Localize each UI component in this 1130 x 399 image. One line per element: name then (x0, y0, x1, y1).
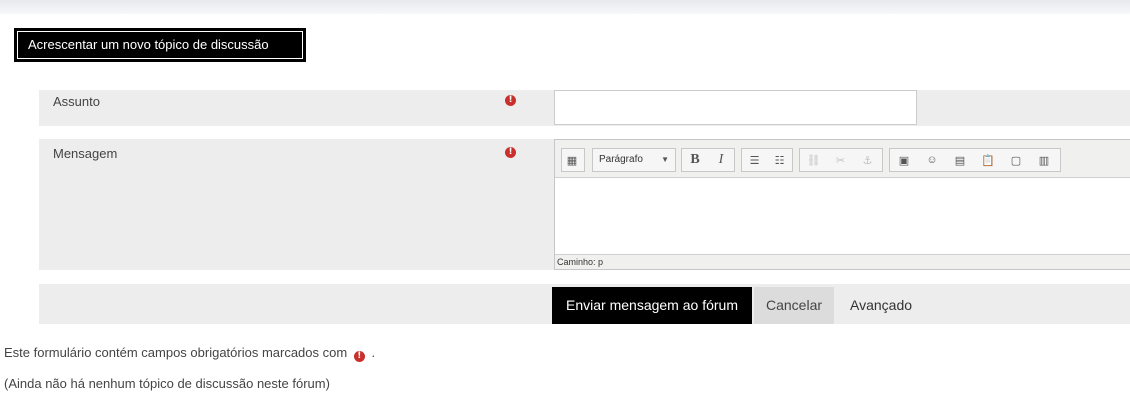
paste-icon[interactable]: 📋 (974, 149, 1002, 171)
paragraph-format-value: Parágrafo (599, 154, 643, 165)
numbered-list-icon[interactable]: ☷ (767, 149, 792, 171)
message-editor: ▦ Parágrafo ▼ B I ☰ ☷ ⛓ ✂ ⚓ ▣ ☺ ▤ 📋 ▢ ▥ … (554, 139, 1130, 270)
subject-input[interactable] (554, 90, 917, 125)
submit-post-button[interactable]: Enviar mensagem ao fórum (552, 287, 752, 324)
unlink-icon[interactable]: ✂ (827, 149, 854, 171)
required-icon: ! (353, 351, 365, 362)
paragraph-format-select[interactable]: Parágrafo ▼ (592, 148, 676, 172)
editor-toolbar: ▦ Parágrafo ▼ B I ☰ ☷ ⛓ ✂ ⚓ ▣ ☺ ▤ 📋 ▢ ▥ (555, 140, 1130, 178)
required-icon: ! (505, 95, 516, 106)
required-fields-note: Este formulário contém campos obrigatóri… (4, 345, 375, 362)
add-new-topic-button[interactable]: Acrescentar um novo tópico de discussão (14, 28, 306, 62)
toolbar-group-style: B I (681, 148, 735, 172)
cancel-button[interactable]: Cancelar (754, 287, 834, 324)
toolbar-group-lists: ☰ ☷ (741, 148, 793, 172)
toggle-toolbar-icon[interactable]: ▦ (562, 149, 582, 171)
editor-path-bar: Caminho: p (555, 254, 1130, 269)
required-note-suffix: . (371, 345, 376, 360)
message-textarea[interactable] (555, 178, 1130, 254)
bullet-list-icon[interactable]: ☰ (742, 149, 767, 171)
message-label: Mensagem (53, 146, 118, 161)
chevron-down-icon: ▼ (661, 155, 669, 164)
media-icon[interactable]: ▤ (946, 149, 974, 171)
subject-label: Assunto (53, 94, 100, 109)
link-icon[interactable]: ⛓ (800, 149, 827, 171)
image-icon[interactable]: ▣ (890, 149, 918, 171)
top-shade (0, 0, 1130, 14)
required-note-text: Este formulário contém campos obrigatóri… (4, 345, 348, 360)
file-icon[interactable]: ▢ (1002, 149, 1030, 171)
advanced-link[interactable]: Avançado (850, 287, 912, 324)
emoticon-icon[interactable]: ☺ (918, 149, 946, 171)
toolbar-group-insert: ▣ ☺ ▤ 📋 ▢ ▥ (889, 148, 1061, 172)
required-icon: ! (505, 147, 516, 158)
toolbar-group-links: ⛓ ✂ ⚓ (799, 148, 883, 172)
toolbar-group-toggle: ▦ (561, 148, 585, 172)
editor-path-label: Caminho: p (557, 257, 604, 267)
empty-forum-note: (Ainda não há nenhum tópico de discussão… (4, 376, 330, 391)
italic-icon[interactable]: I (708, 149, 734, 171)
anchor-icon[interactable]: ⚓ (854, 149, 881, 171)
file-video-icon[interactable]: ▥ (1030, 149, 1058, 171)
bold-icon[interactable]: B (682, 149, 708, 171)
